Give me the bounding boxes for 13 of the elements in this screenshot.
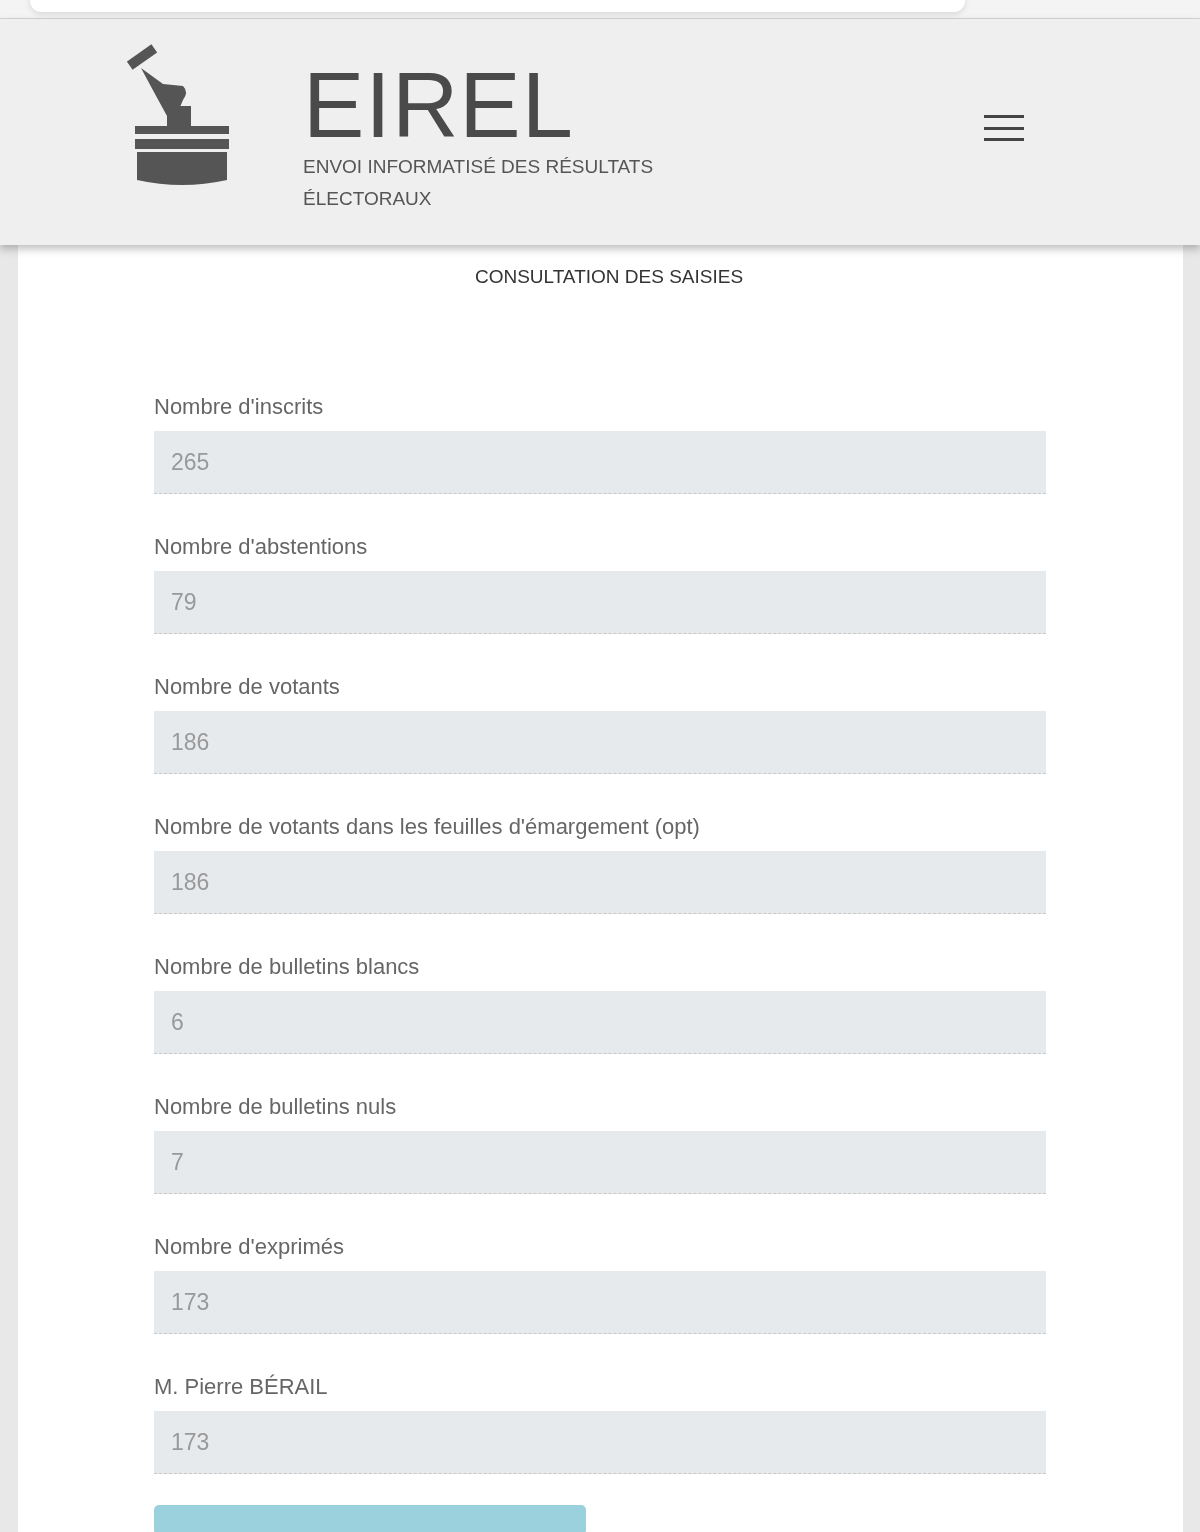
field-label: M. Pierre BÉRAIL [154, 1373, 328, 1401]
menu-button[interactable] [984, 115, 1024, 141]
page-title: CONSULTATION DES SAISIES [474, 266, 744, 287]
site-subtitle: ENVOI INFORMATISÉ DES RÉSULTATS ÉLECTORAUX [303, 155, 655, 211]
field-label: Nombre de bulletins blancs [154, 953, 420, 981]
field-label: Nombre d'exprimés [154, 1233, 345, 1261]
ballot-box-icon [127, 44, 231, 186]
field-label: Nombre de votants [154, 673, 340, 701]
field-label: Nombre de votants dans les feuilles d'émargement (opt) [154, 813, 700, 841]
field-label: Nombre d'abstentions [154, 533, 368, 561]
site-title: EIREL [303, 59, 575, 151]
field-label: Nombre de bulletins nuls [154, 1093, 397, 1121]
field-label: Nombre d'inscrits [154, 393, 324, 421]
